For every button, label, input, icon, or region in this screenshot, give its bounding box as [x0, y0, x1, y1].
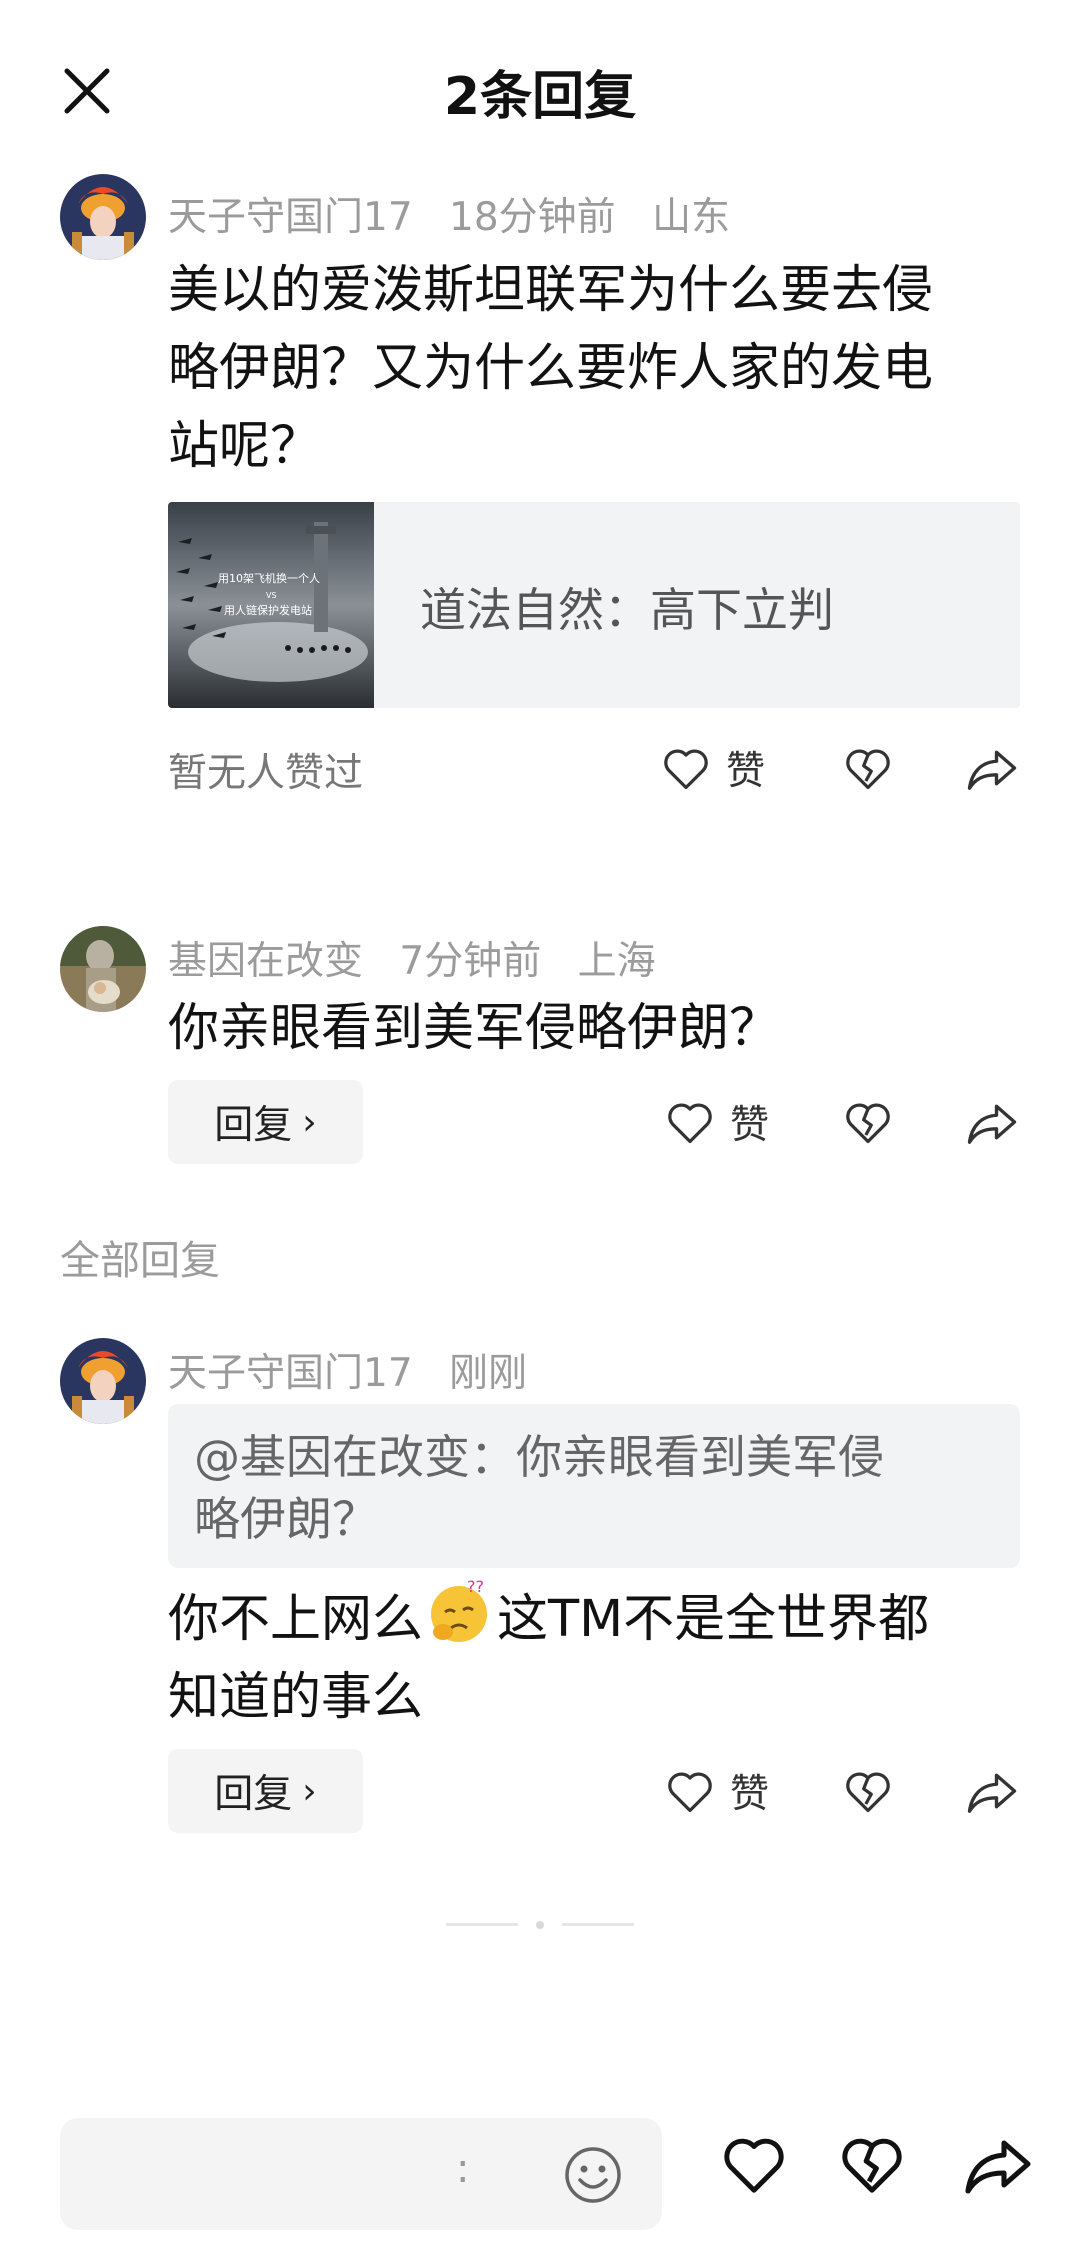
comment-actions: 赞	[660, 733, 1030, 803]
like-label: 赞	[726, 749, 766, 794]
reply-meta: 天子守国门17 刚刚	[168, 1342, 551, 1398]
share-arrow-icon	[967, 750, 1017, 790]
bottom-bar: :	[0, 2100, 1080, 2268]
heart-icon	[664, 749, 708, 790]
smiley-icon	[565, 2147, 621, 2203]
section-title: 全部回复	[60, 1238, 220, 1284]
comment-text: 美以的爱泼斯坦联军为什么要去侵 略伊朗？又为什么要炸人家的发电 站呢？	[168, 261, 934, 476]
timestamp: 18分钟前	[449, 195, 616, 240]
like-label: 赞	[730, 1103, 770, 1148]
reply-meta: 基因在改变 7分钟前 上海	[168, 930, 680, 986]
reply-text: 你亲眼看到美军侵略伊朗？	[168, 999, 781, 1058]
like-label: 赞	[730, 1772, 770, 1817]
dislike-button[interactable]	[832, 2124, 912, 2204]
location: 山东	[652, 195, 731, 240]
svg-text:VS: VS	[266, 591, 277, 600]
share-button[interactable]	[958, 2124, 1038, 2204]
svg-text:??: ??	[467, 1577, 484, 1596]
username[interactable]: 天子守国门17	[168, 1351, 413, 1396]
broken-heart-icon	[846, 1103, 890, 1144]
share-button[interactable]	[965, 733, 1019, 803]
svg-text:用人链保护发电站: 用人链保护发电站	[224, 603, 312, 617]
like-button[interactable]	[714, 2124, 794, 2204]
link-card[interactable]: 用10架飞机换一个人 VS 用人链保护发电站 道法自然：高下立判	[168, 502, 1020, 708]
share-arrow-icon	[967, 1773, 1017, 1813]
username[interactable]: 天子守国门17	[168, 195, 413, 240]
share-arrow-icon	[967, 1104, 1017, 1144]
confused-face-emoji: ??	[431, 1577, 488, 1642]
header: 2条回复	[0, 40, 1080, 130]
page-title: 2条回复	[443, 67, 637, 127]
like-button[interactable]: 赞	[664, 1087, 769, 1157]
end-divider-left	[446, 1923, 518, 1926]
end-divider-right	[562, 1923, 634, 1926]
comment-meta: 天子守国门17 18分钟前 山东	[168, 186, 754, 242]
dislike-button[interactable]	[842, 733, 894, 803]
chevron-right-icon: ›	[302, 1770, 317, 1812]
share-button[interactable]	[965, 1087, 1019, 1157]
quoted-reply[interactable]: @基因在改变：你亲眼看到美军侵 略伊朗？	[168, 1404, 1020, 1568]
dislike-button[interactable]	[842, 1756, 894, 1826]
no-likes-text: 暂无人赞过	[168, 751, 364, 796]
avatar[interactable]	[60, 174, 146, 260]
timestamp: 7分钟前	[399, 939, 542, 984]
reply-actions: 赞	[660, 1756, 1030, 1826]
broken-heart-icon	[842, 2138, 902, 2193]
heart-icon	[668, 1772, 712, 1813]
username[interactable]: 基因在改变	[168, 939, 363, 984]
share-button[interactable]	[965, 1756, 1019, 1826]
broken-heart-icon	[846, 1772, 890, 1813]
heart-icon	[724, 2138, 784, 2193]
share-arrow-icon	[965, 2140, 1031, 2194]
reply-actions: 赞	[660, 1087, 1030, 1157]
emoji-button[interactable]	[558, 2140, 628, 2210]
like-button[interactable]: 赞	[664, 1756, 769, 1826]
heart-icon	[668, 1103, 712, 1144]
reply-button[interactable]: 回复 ›	[168, 1749, 363, 1833]
avatar[interactable]	[60, 1338, 146, 1424]
broken-heart-icon	[846, 749, 890, 790]
link-thumbnail: 用10架飞机换一个人 VS 用人链保护发电站	[168, 502, 374, 708]
timestamp: 刚刚	[449, 1351, 528, 1396]
reply-button[interactable]: 回复 ›	[168, 1080, 363, 1164]
dislike-button[interactable]	[842, 1087, 894, 1157]
reply-text: 你不上网么 ?? 这TM不是全世界都 知道的事么	[168, 1574, 1018, 1737]
end-divider-dot	[536, 1921, 544, 1929]
chevron-right-icon: ›	[302, 1101, 317, 1143]
reply-input[interactable]: :	[60, 2118, 662, 2230]
like-button[interactable]: 赞	[660, 733, 765, 803]
svg-text:用10架飞机换一个人: 用10架飞机换一个人	[218, 571, 320, 585]
link-title: 道法自然：高下立判	[420, 583, 834, 637]
reply-sheet: 2条回复 天子守国门17 18分钟前 山东 美以的爱泼斯坦联军为什么要去侵 略伊…	[0, 0, 1080, 2268]
input-placeholder: :	[456, 2146, 470, 2192]
location: 上海	[577, 939, 656, 984]
avatar[interactable]	[60, 926, 146, 1012]
